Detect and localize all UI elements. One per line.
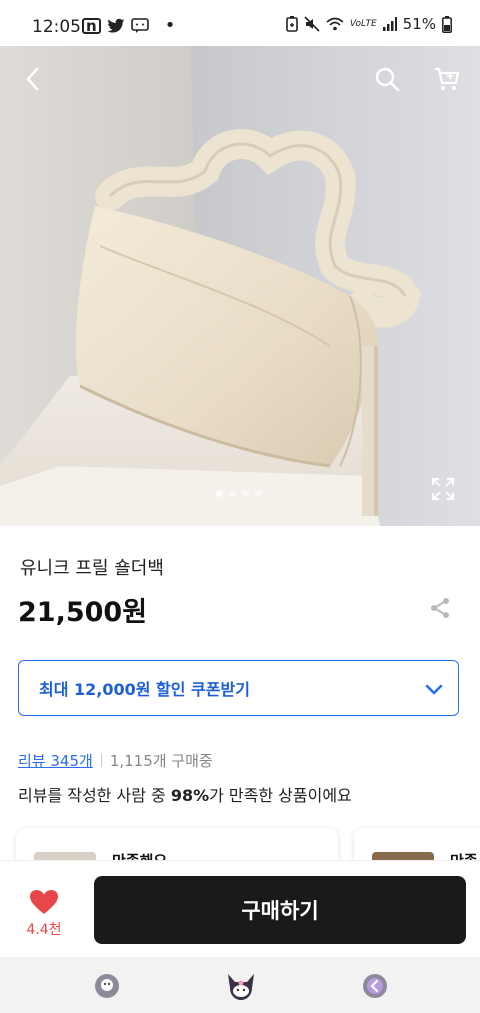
chevron-down-icon bbox=[425, 684, 443, 695]
ghost-icon bbox=[95, 974, 119, 998]
cart-icon bbox=[435, 67, 460, 90]
satisfaction-prefix: 리뷰를 작성한 사람 중 bbox=[18, 786, 171, 805]
search-button[interactable] bbox=[372, 64, 402, 94]
carousel-dot bbox=[242, 490, 249, 497]
nav-assistant-button[interactable] bbox=[93, 972, 121, 1000]
expand-icon bbox=[431, 477, 455, 501]
product-image bbox=[0, 46, 480, 526]
nav-home-button[interactable] bbox=[224, 972, 258, 1000]
dot-icon: • bbox=[164, 15, 176, 36]
status-bar: 12:05 n • VoLTE 51% bbox=[0, 0, 480, 48]
satisfaction-percent: 98% bbox=[170, 786, 210, 805]
fullscreen-button[interactable] bbox=[430, 476, 456, 502]
review-link[interactable]: 리뷰 345개 bbox=[18, 750, 93, 771]
like-button[interactable]: 4.4천 bbox=[22, 889, 66, 943]
satisfaction-text: 리뷰를 작성한 사람 중 98%가 만족한 상품이에요 bbox=[18, 782, 352, 806]
share-button[interactable] bbox=[428, 596, 452, 620]
product-price: 21,500원 bbox=[18, 597, 148, 628]
chat-icon bbox=[130, 17, 149, 33]
buy-button[interactable]: 구매하기 bbox=[94, 876, 466, 944]
buy-button-label: 구매하기 bbox=[241, 899, 319, 923]
review-summary: 리뷰 345개 1,115개 구매중 bbox=[18, 750, 213, 771]
carousel-dot bbox=[255, 490, 262, 497]
carousel-dot bbox=[229, 490, 236, 497]
mute-icon bbox=[304, 16, 320, 32]
back-arrow-icon bbox=[363, 974, 387, 998]
kuromi-home-icon bbox=[228, 974, 254, 1000]
twitter-icon bbox=[107, 18, 124, 33]
coupon-label: 최대 12,000원 할인 쿠폰받기 bbox=[39, 680, 250, 699]
battery-icon bbox=[442, 15, 452, 33]
navigation-bar bbox=[0, 957, 480, 1013]
product-title: 유니크 프릴 숄더백 bbox=[20, 558, 164, 579]
cart-button[interactable] bbox=[432, 64, 462, 94]
like-count: 4.4천 bbox=[26, 922, 62, 938]
search-icon bbox=[375, 67, 400, 92]
carousel-dot bbox=[216, 490, 223, 497]
n-app-icon: n bbox=[82, 17, 101, 34]
share-icon bbox=[431, 598, 449, 618]
heart-icon bbox=[30, 890, 58, 914]
product-image-carousel[interactable] bbox=[0, 46, 480, 526]
status-right-icons: VoLTE 51% bbox=[286, 15, 452, 33]
chevron-left-icon bbox=[26, 67, 39, 91]
purchase-bar: 4.4천 구매하기 bbox=[0, 860, 480, 958]
nav-back-button[interactable] bbox=[361, 972, 389, 1000]
battery-percent: 51% bbox=[402, 15, 436, 33]
back-button[interactable] bbox=[18, 64, 48, 94]
purchase-count: 1,115개 구매중 bbox=[109, 752, 213, 770]
signal-icon bbox=[382, 17, 397, 31]
battery-saver-icon bbox=[286, 16, 298, 32]
volte-icon: VoLTE bbox=[349, 19, 377, 29]
carousel-indicator bbox=[216, 490, 262, 497]
wifi-icon bbox=[326, 17, 344, 31]
coupon-button[interactable]: 최대 12,000원 할인 쿠폰받기 bbox=[18, 660, 459, 716]
satisfaction-suffix: 가 만족한 상품이에요 bbox=[209, 786, 352, 805]
status-time: 12:05 bbox=[32, 17, 81, 37]
status-left-icons: n • bbox=[82, 15, 175, 36]
divider bbox=[100, 754, 102, 767]
